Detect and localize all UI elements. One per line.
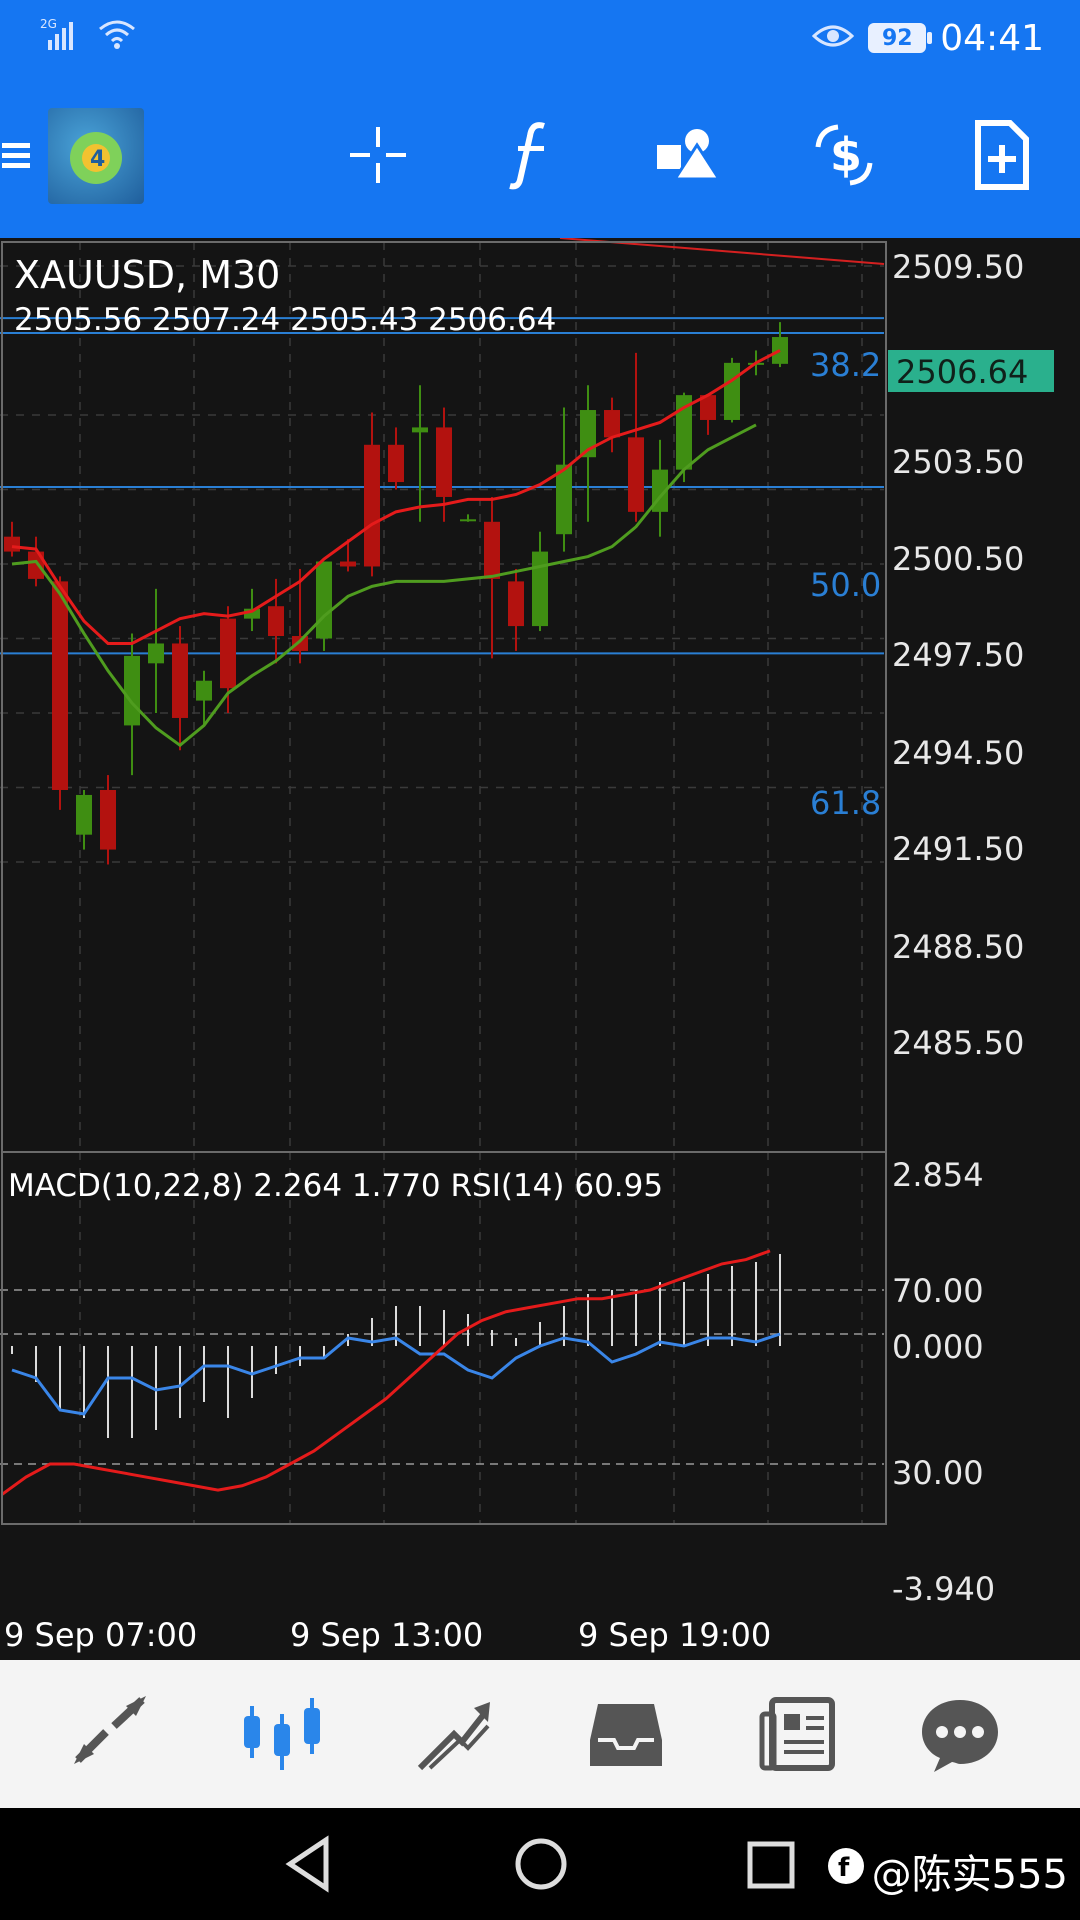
chart-canvas[interactable]: XAUUSD, M30 2505.56 2507.24 2505.43 2506…: [0, 237, 1080, 1660]
price-label: 2488.50: [892, 928, 1024, 966]
fib-label: 38.2: [810, 346, 881, 384]
candle-body: [628, 437, 644, 512]
home-icon[interactable]: [514, 1834, 568, 1898]
candle-body: [124, 655, 140, 726]
svg-text:4: 4: [90, 147, 105, 172]
indicator-panel: [0, 1249, 884, 1496]
candle-body: [460, 519, 476, 522]
news-icon[interactable]: [728, 1660, 868, 1808]
douyin-logo-icon: f: [826, 1846, 866, 1896]
battery-icon: 92: [868, 23, 933, 53]
fib-label: 50.0: [810, 566, 881, 604]
candle-body: [292, 636, 308, 651]
new-order-icon[interactable]: [954, 100, 1050, 210]
watermark-text: @陈实555: [871, 1852, 1068, 1898]
candle-body: [4, 536, 20, 552]
svg-text:$: $: [830, 128, 862, 182]
current-price-label: 2506.64: [896, 353, 1028, 391]
back-icon[interactable]: [282, 1834, 332, 1898]
indicator-title: MACD(10,22,8) 2.264 1.770 RSI(14) 60.95: [8, 1168, 663, 1204]
candle-body: [100, 789, 116, 850]
candle-body: [724, 362, 740, 420]
symbol-title: XAUUSD, M30: [14, 253, 280, 297]
candle-body: [532, 551, 548, 627]
price-label: 2509.50: [892, 248, 1024, 286]
app-logo[interactable]: 4: [48, 108, 144, 204]
candle-body: [316, 561, 332, 639]
candle-body: [76, 794, 92, 835]
price-label: 2494.50: [892, 734, 1024, 772]
candle-body: [508, 581, 524, 627]
price-label: 2485.50: [892, 1024, 1024, 1062]
indicator-label: 70.00: [892, 1272, 984, 1310]
candle-body: [556, 464, 572, 535]
svg-text:f: f: [838, 1853, 850, 1883]
candle-body: [268, 606, 284, 637]
candle-body: [412, 427, 428, 433]
candle-body: [772, 337, 788, 364]
candlesticks: [4, 322, 788, 865]
indicator-label: 30.00: [892, 1454, 984, 1492]
candle-body: [52, 581, 68, 790]
trade-icon[interactable]: $: [796, 100, 892, 210]
candle-body: [388, 444, 404, 483]
objects-icon[interactable]: [640, 100, 736, 210]
chat-icon[interactable]: [890, 1660, 1030, 1808]
clock: 04:41: [940, 17, 1044, 59]
recents-icon[interactable]: [746, 1838, 796, 1896]
chart-icon[interactable]: [212, 1660, 352, 1808]
rsi-line: [1, 1249, 771, 1496]
candle-body: [148, 643, 164, 664]
quotes-icon[interactable]: [40, 1660, 180, 1808]
time-label: 9 Sep 19:00: [578, 1616, 771, 1654]
candle-body: [340, 561, 356, 567]
wifi-icon: [96, 17, 138, 55]
candle-body: [484, 521, 500, 579]
status-right: 92 04:41: [812, 14, 1044, 62]
status-icons: 2G: [40, 16, 138, 56]
watermark: f @陈实555: [826, 1842, 1068, 1900]
candle-body: [196, 680, 212, 701]
candle-body: [364, 444, 380, 567]
price-label: 2503.50: [892, 443, 1024, 481]
trade-icon[interactable]: [384, 1660, 524, 1808]
crosshair-icon[interactable]: [330, 100, 426, 210]
price-label: 2491.50: [892, 830, 1024, 868]
top-bar: 2G 92 04:41 $ 4: [0, 0, 1080, 238]
bottom-navigation: [0, 1660, 1080, 1808]
signal-icon: 2G: [40, 16, 84, 56]
svg-text:2G: 2G: [40, 17, 57, 31]
indicator-label: 0.000: [892, 1328, 984, 1366]
indicators-icon[interactable]: [484, 100, 580, 210]
chart-toolbar: $: [0, 100, 1080, 210]
eye-icon: [812, 22, 855, 54]
system-navigation: f @陈实555: [0, 1808, 1080, 1920]
candle-body: [436, 427, 452, 497]
candle-body: [220, 618, 236, 689]
history-icon[interactable]: [556, 1660, 696, 1808]
fib-label: 61.8: [810, 784, 881, 822]
candle-body: [172, 643, 188, 718]
ohlc-values: 2505.56 2507.24 2505.43 2506.64: [14, 302, 556, 338]
chart-area[interactable]: XAUUSD, M30 2505.56 2507.24 2505.43 2506…: [0, 237, 1080, 1660]
price-label: 2500.50: [892, 540, 1024, 578]
time-label: 9 Sep 07:00: [4, 1616, 197, 1654]
candle-body: [604, 410, 620, 438]
time-label: 9 Sep 13:00: [290, 1616, 483, 1654]
indicator-label: 2.854: [892, 1156, 984, 1194]
indicator-label: -3.940: [892, 1570, 995, 1608]
price-label: 2497.50: [892, 636, 1024, 674]
